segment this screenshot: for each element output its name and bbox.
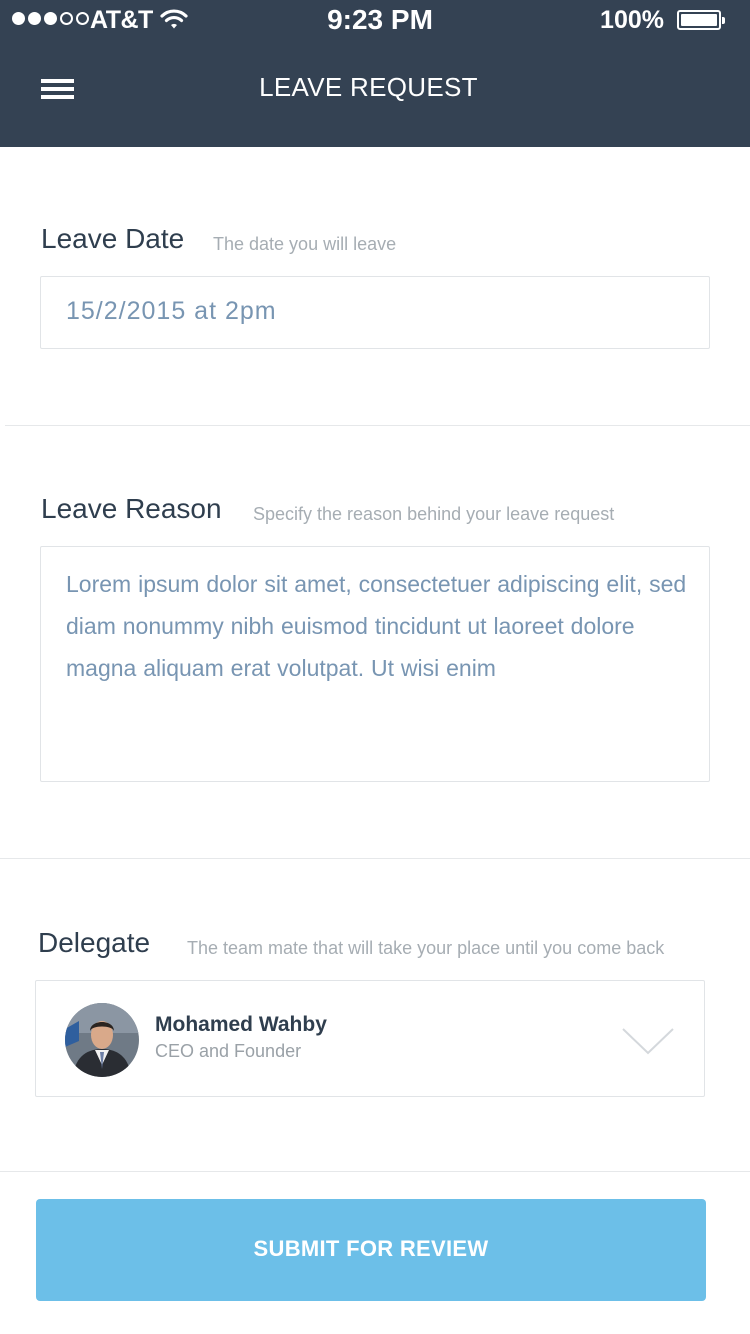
leave-date-hint: The date you will leave: [213, 234, 397, 254]
leave-reason-label: Leave Reason: [41, 493, 222, 524]
avatar: [65, 1003, 139, 1077]
page-title: LEAVE REQUEST: [259, 72, 478, 102]
delegate-name: Mohamed Wahby: [155, 1013, 327, 1036]
submit-button-label: SUBMIT FOR REVIEW: [253, 1236, 489, 1261]
chevron-down-icon[interactable]: [622, 1027, 674, 1057]
leave-reason-value: Lorem ipsum dolor sit amet, consectetuer…: [66, 571, 687, 681]
navigation-bar: LEAVE REQUEST: [0, 40, 750, 147]
delegate-select[interactable]: Mohamed Wahby CEO and Founder: [35, 980, 705, 1097]
battery-percent: 100%: [600, 6, 664, 34]
leave-date-field[interactable]: 15/2/2015 at 2pm: [40, 276, 710, 349]
section-divider: [0, 1171, 750, 1172]
delegate-role: CEO and Founder: [155, 1041, 302, 1061]
battery-icon: [677, 10, 725, 30]
top-bar: AT&T 9:23 PM 100% LEAVE REQUEST: [0, 0, 750, 147]
delegate-hint: The team mate that will take your place …: [187, 938, 665, 958]
leave-date-value: 15/2/2015 at 2pm: [66, 297, 277, 325]
submit-for-review-button[interactable]: SUBMIT FOR REVIEW: [36, 1199, 706, 1301]
leave-reason-textarea[interactable]: Lorem ipsum dolor sit amet, consectetuer…: [40, 546, 710, 782]
avatar-photo-icon: [65, 1003, 139, 1077]
leave-reason-hint: Specify the reason behind your leave req…: [253, 504, 615, 524]
status-bar: AT&T 9:23 PM 100%: [0, 0, 750, 40]
section-divider: [5, 425, 750, 426]
leave-date-label: Leave Date: [41, 223, 185, 254]
delegate-label: Delegate: [38, 927, 151, 958]
section-divider: [0, 858, 750, 859]
